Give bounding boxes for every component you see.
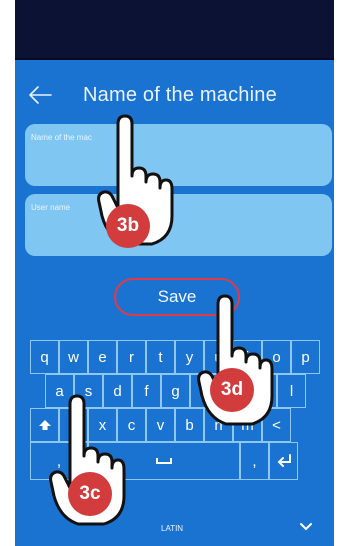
machine-name-field[interactable]: Name of the mac: [25, 124, 332, 186]
key-l[interactable]: l: [277, 374, 306, 408]
key-t[interactable]: t: [146, 340, 175, 374]
key-p[interactable]: p: [291, 340, 320, 374]
key-q[interactable]: q: [30, 340, 59, 374]
step-badge-3d: 3d: [210, 368, 254, 412]
key-e[interactable]: e: [88, 340, 117, 374]
key-r[interactable]: r: [117, 340, 146, 374]
user-name-placeholder: User name: [31, 203, 71, 212]
keyboard-language-label[interactable]: LATIN: [161, 524, 183, 533]
user-name-field[interactable]: User name: [25, 194, 332, 256]
key-w[interactable]: w: [59, 340, 88, 374]
step-badge-3c: 3c: [68, 472, 112, 516]
hand-annotation-3c: 3c: [48, 392, 126, 530]
enter-key[interactable]: [269, 442, 298, 480]
chevron-down-icon[interactable]: [299, 522, 313, 532]
machine-name-placeholder: Name of the mac: [31, 133, 92, 142]
hand-annotation-3b: 3b: [96, 112, 174, 250]
key-v[interactable]: v: [146, 408, 175, 442]
comma-key[interactable]: ,: [240, 442, 269, 480]
page-title: Name of the machine: [83, 84, 277, 106]
status-bar: [15, 0, 334, 60]
hand-annotation-3d: 3d: [196, 292, 274, 430]
space-bar-icon: [156, 458, 172, 464]
enter-icon: [277, 454, 291, 467]
top-bar: Name of the machine: [15, 60, 334, 128]
key-f[interactable]: f: [132, 374, 161, 408]
key-g[interactable]: g: [161, 374, 190, 408]
arrow-left-icon[interactable]: [27, 82, 53, 108]
step-badge-3b: 3b: [106, 204, 150, 248]
